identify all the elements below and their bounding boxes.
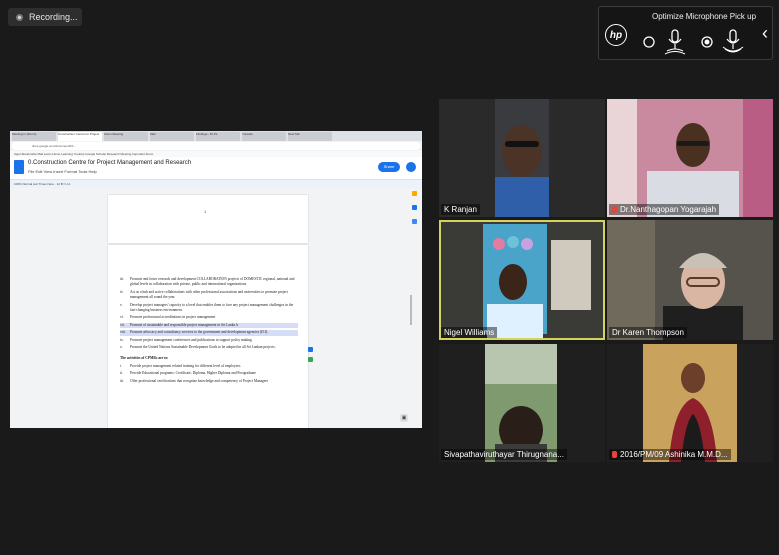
record-icon (16, 13, 23, 21)
suggest-edit-icon[interactable] (308, 357, 313, 362)
mic-panel-title: Optimize Microphone Pick up (651, 12, 757, 21)
browser-tab[interactable]: Youtube (242, 132, 286, 141)
mic-pickup-panel: Optimize Microphone Pick up hp ‹ (598, 6, 773, 60)
participant-name: K Ranjan (441, 204, 480, 215)
list-item: iii. Offer professional certifications th… (120, 378, 269, 383)
browser-tab-active[interactable]: Construction Centre for Project (58, 132, 102, 141)
mic-muted-icon (612, 451, 617, 459)
mic-omni-icon (643, 29, 686, 55)
list-item-highlighted: viii. Promote advocacy and consultancy se… (120, 330, 298, 336)
list-item: i. Provide project management related tra… (120, 363, 241, 368)
browser-tab[interactable]: Findings - Dr.Ps (196, 132, 240, 141)
avatar[interactable] (406, 162, 416, 172)
participant-tile-nigel-williams[interactable]: Nigel Williams (439, 220, 605, 340)
mic-muted-icon (612, 206, 617, 214)
browser-tab[interactable]: Mail (150, 132, 194, 141)
list-item-highlighted: vii. Promote of sustainable and responsib… (120, 322, 298, 329)
keep-icon[interactable] (412, 191, 417, 196)
docs-logo-icon[interactable] (14, 160, 24, 174)
tasks-icon[interactable] (412, 205, 417, 210)
share-button[interactable]: Share (378, 162, 400, 172)
participant-name: Dr.Nanthagopan Yogarajah (609, 204, 720, 215)
recording-label: Recording... (29, 12, 78, 22)
list-item: iii. Promote and foster research and deve… (120, 277, 295, 287)
address-bar[interactable]: docs.google.com/document/d/1... (12, 142, 420, 150)
participant-video (439, 344, 605, 462)
list-item: v. Develop project managers' capacity to … (120, 302, 294, 313)
browser-tab[interactable]: New Tab (288, 132, 332, 141)
document-canvas: 1 iii. Promote and foster research and de… (10, 195, 422, 428)
side-panel-icons (412, 191, 418, 233)
list-item: iv. Act as a hub and active collaboration… (120, 289, 288, 300)
browser-tab[interactable]: Zoom Meeting (104, 132, 148, 141)
recording-indicator[interactable]: Recording... (8, 8, 82, 26)
document-page: 1 (108, 195, 308, 243)
explore-icon[interactable]: ▣ (400, 414, 408, 422)
document-page: iii. Promote and foster research and deve… (108, 245, 308, 428)
participant-tile-karen-thompson[interactable]: Dr Karen Thompson (607, 220, 773, 340)
participant-video (607, 344, 773, 462)
add-comment-icon[interactable] (308, 347, 313, 352)
section-heading: The activities of CPMRs are to: (120, 356, 169, 361)
mic-focused-icon (701, 29, 744, 53)
browser-tab-bar: Meeting in (Zoom) Construction Centre fo… (10, 131, 422, 141)
participant-tile-k-ranjan[interactable]: K Ranjan (439, 99, 605, 217)
docs-header: 0.Construction Centre for Project Manage… (10, 157, 422, 180)
document-title[interactable]: 0.Construction Centre for Project Manage… (28, 160, 191, 166)
participant-video (607, 220, 773, 340)
participant-tile-ashinika[interactable]: 2016/PM/09 Ashinika M.M.D... (607, 344, 773, 462)
contacts-icon[interactable] (412, 219, 417, 224)
mic-focused-option[interactable] (701, 27, 751, 62)
browser-tab[interactable]: Meeting in (Zoom) (12, 132, 56, 141)
participant-name: Dr Karen Thompson (609, 327, 687, 338)
collapse-chevron-icon[interactable]: ‹ (762, 23, 768, 44)
shared-screen: Meeting in (Zoom) Construction Centre fo… (10, 131, 422, 428)
participant-video (439, 99, 605, 217)
participant-video (441, 222, 603, 338)
docs-menu-bar[interactable]: File Edit View Insert Format Tools Help (28, 169, 97, 174)
participant-video (607, 99, 773, 217)
participant-name: Nigel Williams (441, 327, 498, 338)
list-item: x. Promote the United Nations Sustainable… (120, 345, 276, 350)
participant-tile-sivapathaviruthayar[interactable]: Sivapathaviruthayar Thirugnana... (439, 344, 605, 462)
scrollbar[interactable] (410, 295, 412, 325)
document-body[interactable]: iii. Promote and foster research and deve… (120, 277, 298, 386)
mic-omni-option[interactable] (643, 27, 693, 62)
docs-toolbar[interactable]: 100% Normal text Times New... 12 B I U A (10, 180, 422, 188)
participant-tile-nanthagopan[interactable]: Dr.Nanthagopan Yogarajah (607, 99, 773, 217)
page-number: 1 (204, 209, 207, 214)
list-item: vi. Promote professional accreditations i… (120, 315, 216, 320)
list-item: ii. Provide Educational programs: Certifi… (120, 371, 256, 376)
participant-name: 2016/PM/09 Ashinika M.M.D... (609, 449, 731, 460)
hp-logo: hp (605, 24, 627, 46)
participant-name: Sivapathaviruthayar Thirugnana... (441, 449, 567, 460)
list-item: ix. Promote project management conference… (120, 337, 252, 342)
